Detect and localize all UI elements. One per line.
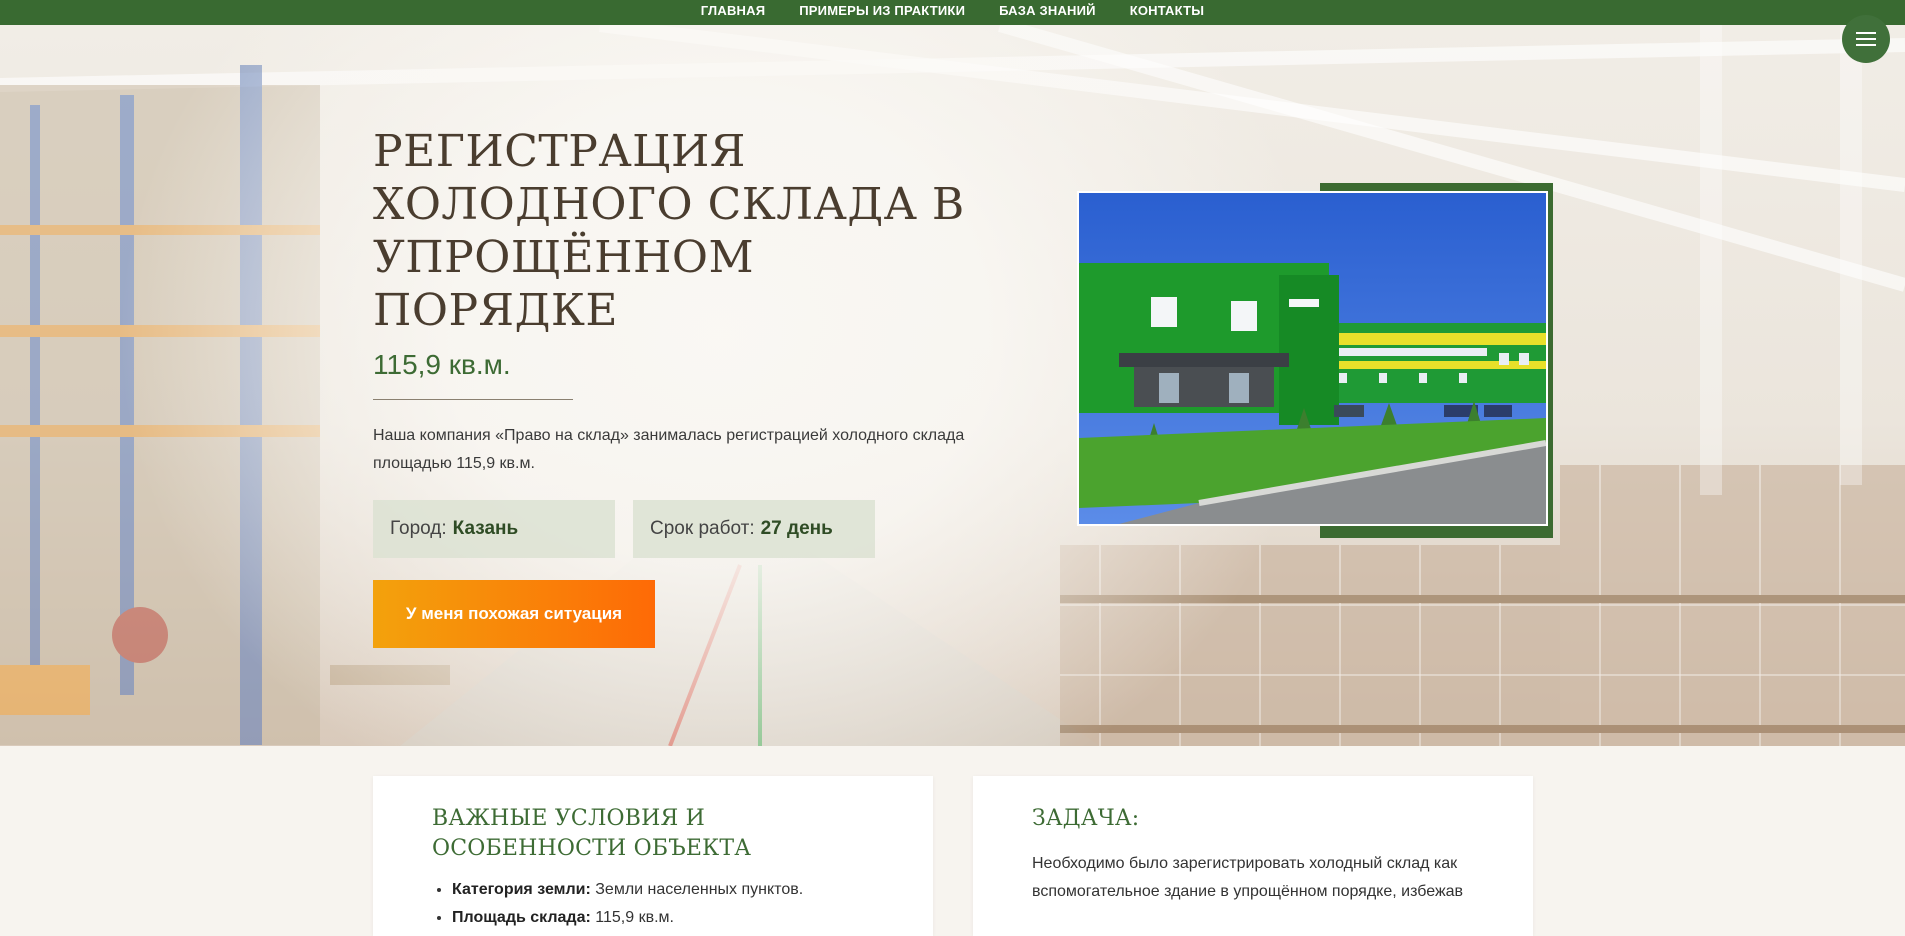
list-item: Категория земли: Земли населенных пункто… bbox=[452, 876, 803, 904]
nav-item-contacts[interactable]: КОНТАКТЫ bbox=[1130, 3, 1204, 18]
page-title: РЕГИСТРАЦИЯ ХОЛОДНОГО СКЛАДА В УПРОЩЁННО… bbox=[373, 126, 965, 336]
task-card: ЗАДАЧА: Необходимо было зарегистрировать… bbox=[973, 776, 1533, 936]
hamburger-icon bbox=[1856, 32, 1876, 34]
info-row: Город: Казань Срок работ: 27 день bbox=[373, 500, 1013, 558]
hero-content: РЕГИСТРАЦИЯ ХОЛОДНОГО СКЛАДА В УПРОЩЁННО… bbox=[373, 125, 1013, 648]
city-value: Казань bbox=[452, 518, 519, 539]
nav-item-examples[interactable]: ПРИМЕРЫ ИЗ ПРАКТИКИ bbox=[799, 3, 965, 18]
hamburger-menu-button[interactable] bbox=[1842, 15, 1890, 63]
conditions-card: ВАЖНЫЕ УСЛОВИЯ И ОСОБЕННОСТИ ОБЪЕКТА Кат… bbox=[373, 776, 933, 936]
list-item: Площадь склада: 115,9 кв.м. bbox=[452, 904, 803, 932]
task-text: Необходимо было зарегистрировать холодны… bbox=[1032, 855, 1464, 900]
conditions-title: ВАЖНЫЕ УСЛОВИЯ И ОСОБЕННОСТИ ОБЪЕКТА bbox=[432, 806, 752, 861]
task-title: ЗАДАЧА: bbox=[1032, 806, 1140, 831]
term-value: 27 день bbox=[760, 518, 833, 539]
hero-description: Наша компания «Право на склад» занималас… bbox=[373, 427, 965, 472]
city-box: Город: Казань bbox=[373, 500, 615, 558]
conditions-list: Категория земли: Земли населенных пункто… bbox=[432, 876, 803, 932]
nav-item-knowledge-base[interactable]: БАЗА ЗНАНИЙ bbox=[999, 3, 1096, 18]
nav-item-home[interactable]: ГЛАВНАЯ bbox=[701, 3, 765, 18]
warehouse-photo bbox=[1077, 191, 1548, 526]
similar-situation-button[interactable]: У меня похожая ситуация bbox=[373, 580, 655, 648]
area-value: 115,9 кв.м. bbox=[373, 349, 511, 380]
warehouse-building-image bbox=[1079, 193, 1546, 524]
term-box: Срок работ: 27 день bbox=[633, 500, 875, 558]
top-navigation: ГЛАВНАЯ ПРИМЕРЫ ИЗ ПРАКТИКИ БАЗА ЗНАНИЙ … bbox=[0, 0, 1905, 25]
divider bbox=[373, 399, 573, 400]
